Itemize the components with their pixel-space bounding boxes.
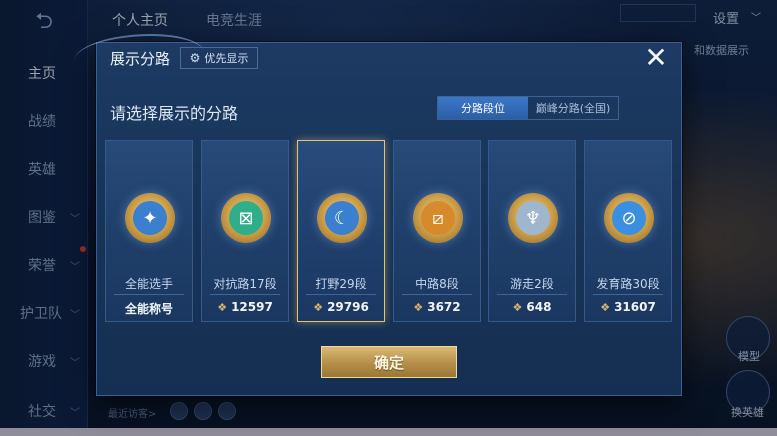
divider — [497, 294, 567, 295]
lane-card-jungle[interactable]: ☾ 打野29段 ❖ 29796 — [297, 140, 385, 322]
lane-value-text: 3672 — [427, 300, 461, 314]
lane-value-text: 648 — [526, 300, 552, 314]
clash-lane-emblem-icon: ⊠ — [221, 193, 271, 243]
lane-value-text: 全能称号 — [124, 302, 173, 316]
roam-emblem-icon: ♆ — [508, 193, 558, 243]
lane-card-roam[interactable]: ♆ 游走2段 ❖ 648 — [488, 140, 576, 322]
points-gem-icon: ❖ — [413, 301, 424, 314]
lane-mode-toggle: 分路段位 巅峰分路(全国) — [437, 96, 619, 120]
priority-display-label: 优先显示 — [204, 52, 249, 65]
lane-value: 全能称号 — [106, 300, 192, 317]
lane-value: ❖ 12597 — [202, 300, 288, 314]
gear-icon: ⚙ — [189, 51, 201, 65]
all-round-emblem-icon: ✦ — [125, 193, 175, 243]
dialog-title: 展示分路 — [110, 50, 171, 68]
lane-value-text: 12597 — [231, 300, 273, 314]
lane-card-mid[interactable]: ⧄ 中路8段 ❖ 3672 — [393, 140, 481, 322]
lane-name: 发育路30段 — [596, 277, 660, 291]
lane-value-text: 31607 — [614, 300, 656, 314]
lane-card-farm[interactable]: ⊘ 发育路30段 ❖ 31607 — [584, 140, 672, 322]
divider — [402, 294, 472, 295]
lane-name: 全能选手 — [124, 277, 173, 291]
divider — [593, 294, 663, 295]
mid-lane-emblem-icon: ⧄ — [413, 193, 463, 243]
points-gem-icon: ❖ — [512, 301, 523, 314]
priority-display-button[interactable]: ⚙ 优先显示 — [180, 47, 258, 69]
divider — [306, 294, 376, 295]
lane-name: 游走2段 — [510, 277, 554, 291]
lane-value-text: 29796 — [327, 300, 369, 314]
close-icon[interactable]: ✕ — [640, 42, 672, 74]
divider — [114, 294, 184, 295]
lane-value: ❖ 31607 — [585, 300, 671, 314]
dialog-subtitle: 请选择展示的分路 — [110, 104, 239, 123]
divider — [210, 294, 280, 295]
jungle-emblem-icon: ☾ — [317, 193, 367, 243]
lane-card-all-round[interactable]: ✦ 全能选手 全能称号 — [105, 140, 193, 322]
points-gem-icon: ❖ — [600, 301, 611, 314]
tab-peak-lane[interactable]: 巅峰分路(全国) — [528, 97, 618, 119]
tab-lane-rank[interactable]: 分路段位 — [438, 97, 528, 119]
lane-value: ❖ 29796 — [298, 300, 384, 314]
lane-name: 中路8段 — [415, 277, 459, 291]
lane-card-clash[interactable]: ⊠ 对抗路17段 ❖ 12597 — [201, 140, 289, 322]
lane-value: ❖ 3672 — [394, 300, 480, 314]
lane-name: 打野29段 — [315, 277, 367, 291]
lane-name: 对抗路17段 — [213, 277, 277, 291]
points-gem-icon: ❖ — [217, 301, 228, 314]
lane-value: ❖ 648 — [489, 300, 575, 314]
points-gem-icon: ❖ — [313, 301, 324, 314]
farm-lane-emblem-icon: ⊘ — [604, 193, 654, 243]
confirm-button[interactable]: 确定 — [321, 346, 457, 378]
